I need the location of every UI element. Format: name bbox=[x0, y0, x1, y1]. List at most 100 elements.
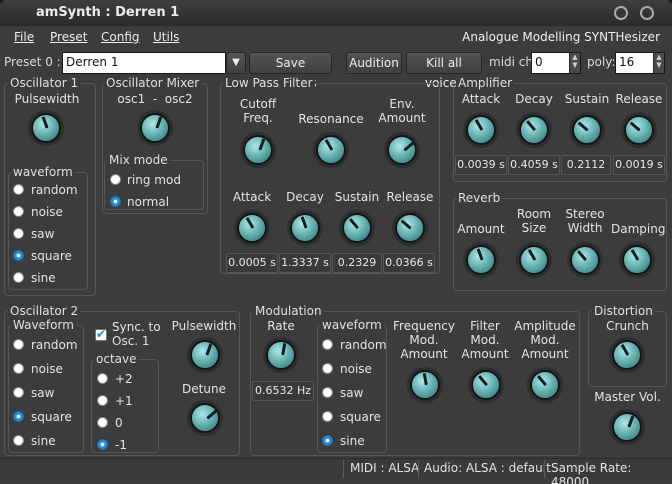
mix-radio-normal[interactable] bbox=[110, 196, 121, 207]
mod-radio-sine[interactable] bbox=[322, 435, 333, 446]
osc1-label-square: square bbox=[31, 249, 72, 263]
mix-radio-ring-mod[interactable] bbox=[110, 174, 121, 185]
mod-amplitude-amount-knob[interactable] bbox=[530, 370, 560, 400]
kill-all-voices-button[interactable]: Kill all voices bbox=[406, 52, 482, 90]
osc2-label-noise: noise bbox=[31, 362, 63, 376]
osc2-radio-saw[interactable] bbox=[13, 387, 24, 398]
lpf-cutoff-knob[interactable] bbox=[243, 135, 273, 165]
osc1-pulsewidth-knob[interactable] bbox=[31, 113, 61, 143]
preset-name-input[interactable]: Derren 1 bbox=[62, 52, 226, 74]
lpf-decay-label: Decay bbox=[286, 190, 324, 204]
osc2-label-saw: saw bbox=[31, 386, 55, 400]
lpf-decay-knob[interactable] bbox=[290, 213, 320, 243]
amplifier-title: Amplifier bbox=[456, 76, 515, 90]
distortion-crunch-knob[interactable] bbox=[612, 340, 642, 370]
minimize-button[interactable] bbox=[614, 6, 628, 20]
mod-label-square: square bbox=[340, 410, 381, 424]
mixer-sub-label: osc1 - osc2 bbox=[117, 92, 193, 106]
reverb-room-size-knob[interactable] bbox=[519, 245, 549, 275]
oscillator-mixer-title: Oscillator Mixer bbox=[104, 76, 202, 90]
menu-config[interactable]: Config bbox=[101, 30, 140, 44]
mod-label-random: random bbox=[340, 338, 387, 352]
menu-file[interactable]: File bbox=[14, 30, 34, 44]
mixer-balance-knob[interactable] bbox=[140, 113, 170, 143]
osc1-waveform-title: waveform bbox=[11, 165, 75, 179]
app-title: Analogue Modelling SYNTHesizer bbox=[462, 30, 660, 44]
reverb-stereo-width-knob[interactable] bbox=[570, 245, 600, 275]
menu-utils[interactable]: Utils bbox=[153, 30, 179, 44]
osc2-radio-sine[interactable] bbox=[13, 435, 24, 446]
osc2-sync-label: Sync. to Osc. 1 bbox=[112, 320, 161, 348]
mix-mode-title: Mix mode bbox=[107, 153, 170, 167]
reverb-amount-knob[interactable] bbox=[466, 245, 496, 275]
mod-filter-amount-knob[interactable] bbox=[471, 370, 501, 400]
lpf-release-knob[interactable] bbox=[395, 213, 425, 243]
reverb-title: Reverb bbox=[456, 191, 503, 205]
osc2-radio-square[interactable] bbox=[13, 411, 24, 422]
osc2-octave-radio-minus1[interactable] bbox=[97, 439, 108, 450]
mod-rate-value: 0.6532 Hz bbox=[252, 381, 314, 401]
osc1-label-sine: sine bbox=[31, 271, 56, 285]
osc1-radio-noise[interactable] bbox=[13, 206, 24, 217]
status-audio: Audio: ALSA : default bbox=[424, 461, 551, 475]
osc2-octave-label-plus2: +2 bbox=[115, 372, 133, 386]
amp-sustain-knob[interactable] bbox=[572, 115, 602, 145]
mod-waveform-title: waveform bbox=[320, 318, 384, 332]
lpf-sustain-knob[interactable] bbox=[342, 213, 372, 243]
amp-attack-value: 0.0039 s bbox=[455, 155, 507, 175]
osc2-octave-radio-plus2[interactable] bbox=[97, 373, 108, 384]
mod-radio-noise[interactable] bbox=[322, 363, 333, 374]
mod-filter-amount-label: Filter Mod. Amount bbox=[461, 319, 509, 361]
master-volume-label: Master Vol. bbox=[594, 390, 661, 404]
reverb-stereo-width-label: Stereo Width bbox=[565, 207, 605, 235]
lpf-decay-value: 1.3337 s bbox=[279, 253, 331, 273]
mix-label-normal: normal bbox=[127, 195, 170, 209]
osc2-radio-random[interactable] bbox=[13, 339, 24, 350]
mod-radio-square[interactable] bbox=[322, 411, 333, 422]
reverb-room-size-label: Room Size bbox=[516, 207, 552, 235]
mod-amplitude-amount-label: Amplitude Mod. Amount bbox=[514, 319, 576, 361]
lpf-resonance-knob[interactable] bbox=[316, 135, 346, 165]
mod-radio-saw[interactable] bbox=[322, 387, 333, 398]
amp-decay-label: Decay bbox=[515, 92, 553, 106]
osc2-octave-radio-plus1[interactable] bbox=[97, 395, 108, 406]
oscillator1-title: Oscillator 1 bbox=[8, 76, 81, 90]
mod-radio-random[interactable] bbox=[322, 339, 333, 350]
amp-decay-knob[interactable] bbox=[519, 115, 549, 145]
mod-rate-label: Rate bbox=[267, 319, 295, 333]
osc2-sync-checkbox[interactable] bbox=[95, 327, 107, 341]
osc2-radio-noise[interactable] bbox=[13, 363, 24, 374]
osc2-pulsewidth-label: Pulsewidth bbox=[171, 319, 237, 333]
mod-rate-knob[interactable] bbox=[266, 340, 296, 370]
close-button[interactable] bbox=[640, 6, 654, 20]
osc2-detune-knob[interactable] bbox=[190, 403, 220, 433]
lpf-attack-knob[interactable] bbox=[237, 213, 267, 243]
osc1-radio-random[interactable] bbox=[13, 184, 24, 195]
amp-attack-knob[interactable] bbox=[466, 115, 496, 145]
osc2-detune-label: Detune bbox=[182, 382, 226, 396]
poly-spinner[interactable]: ▲ ▼ bbox=[653, 53, 664, 73]
lpf-attack-value: 0.0005 s bbox=[226, 253, 278, 273]
osc2-pulsewidth-knob[interactable] bbox=[190, 340, 220, 370]
mod-label-saw: saw bbox=[340, 386, 364, 400]
osc1-radio-square[interactable] bbox=[13, 250, 24, 261]
audition-button[interactable]: Audition bbox=[346, 52, 402, 74]
lpf-release-value: 0.0366 s bbox=[383, 253, 435, 273]
window-title: amSynth : Derren 1 bbox=[36, 5, 180, 20]
lpf-env-amount-knob[interactable] bbox=[387, 135, 417, 165]
reverb-damping-knob[interactable] bbox=[622, 245, 652, 275]
preset-dropdown-button[interactable]: ▼ bbox=[226, 52, 246, 74]
osc1-radio-sine[interactable] bbox=[13, 272, 24, 283]
mod-frequency-amount-knob[interactable] bbox=[410, 370, 440, 400]
save-changes-button[interactable]: Save Changes bbox=[249, 52, 332, 90]
midi-channel-spinner[interactable]: ▲ ▼ bbox=[569, 53, 580, 73]
menu-preset[interactable]: Preset bbox=[50, 30, 87, 44]
osc2-octave-title: octave bbox=[94, 352, 139, 366]
osc2-octave-radio-0[interactable] bbox=[97, 417, 108, 428]
osc2-waveform-title: Waveform bbox=[11, 318, 76, 332]
osc1-radio-saw[interactable] bbox=[13, 228, 24, 239]
master-volume-knob[interactable] bbox=[612, 412, 642, 442]
lpf-release-label: Release bbox=[386, 190, 434, 204]
lpf-attack-label: Attack bbox=[232, 190, 272, 204]
amp-release-knob[interactable] bbox=[624, 115, 654, 145]
